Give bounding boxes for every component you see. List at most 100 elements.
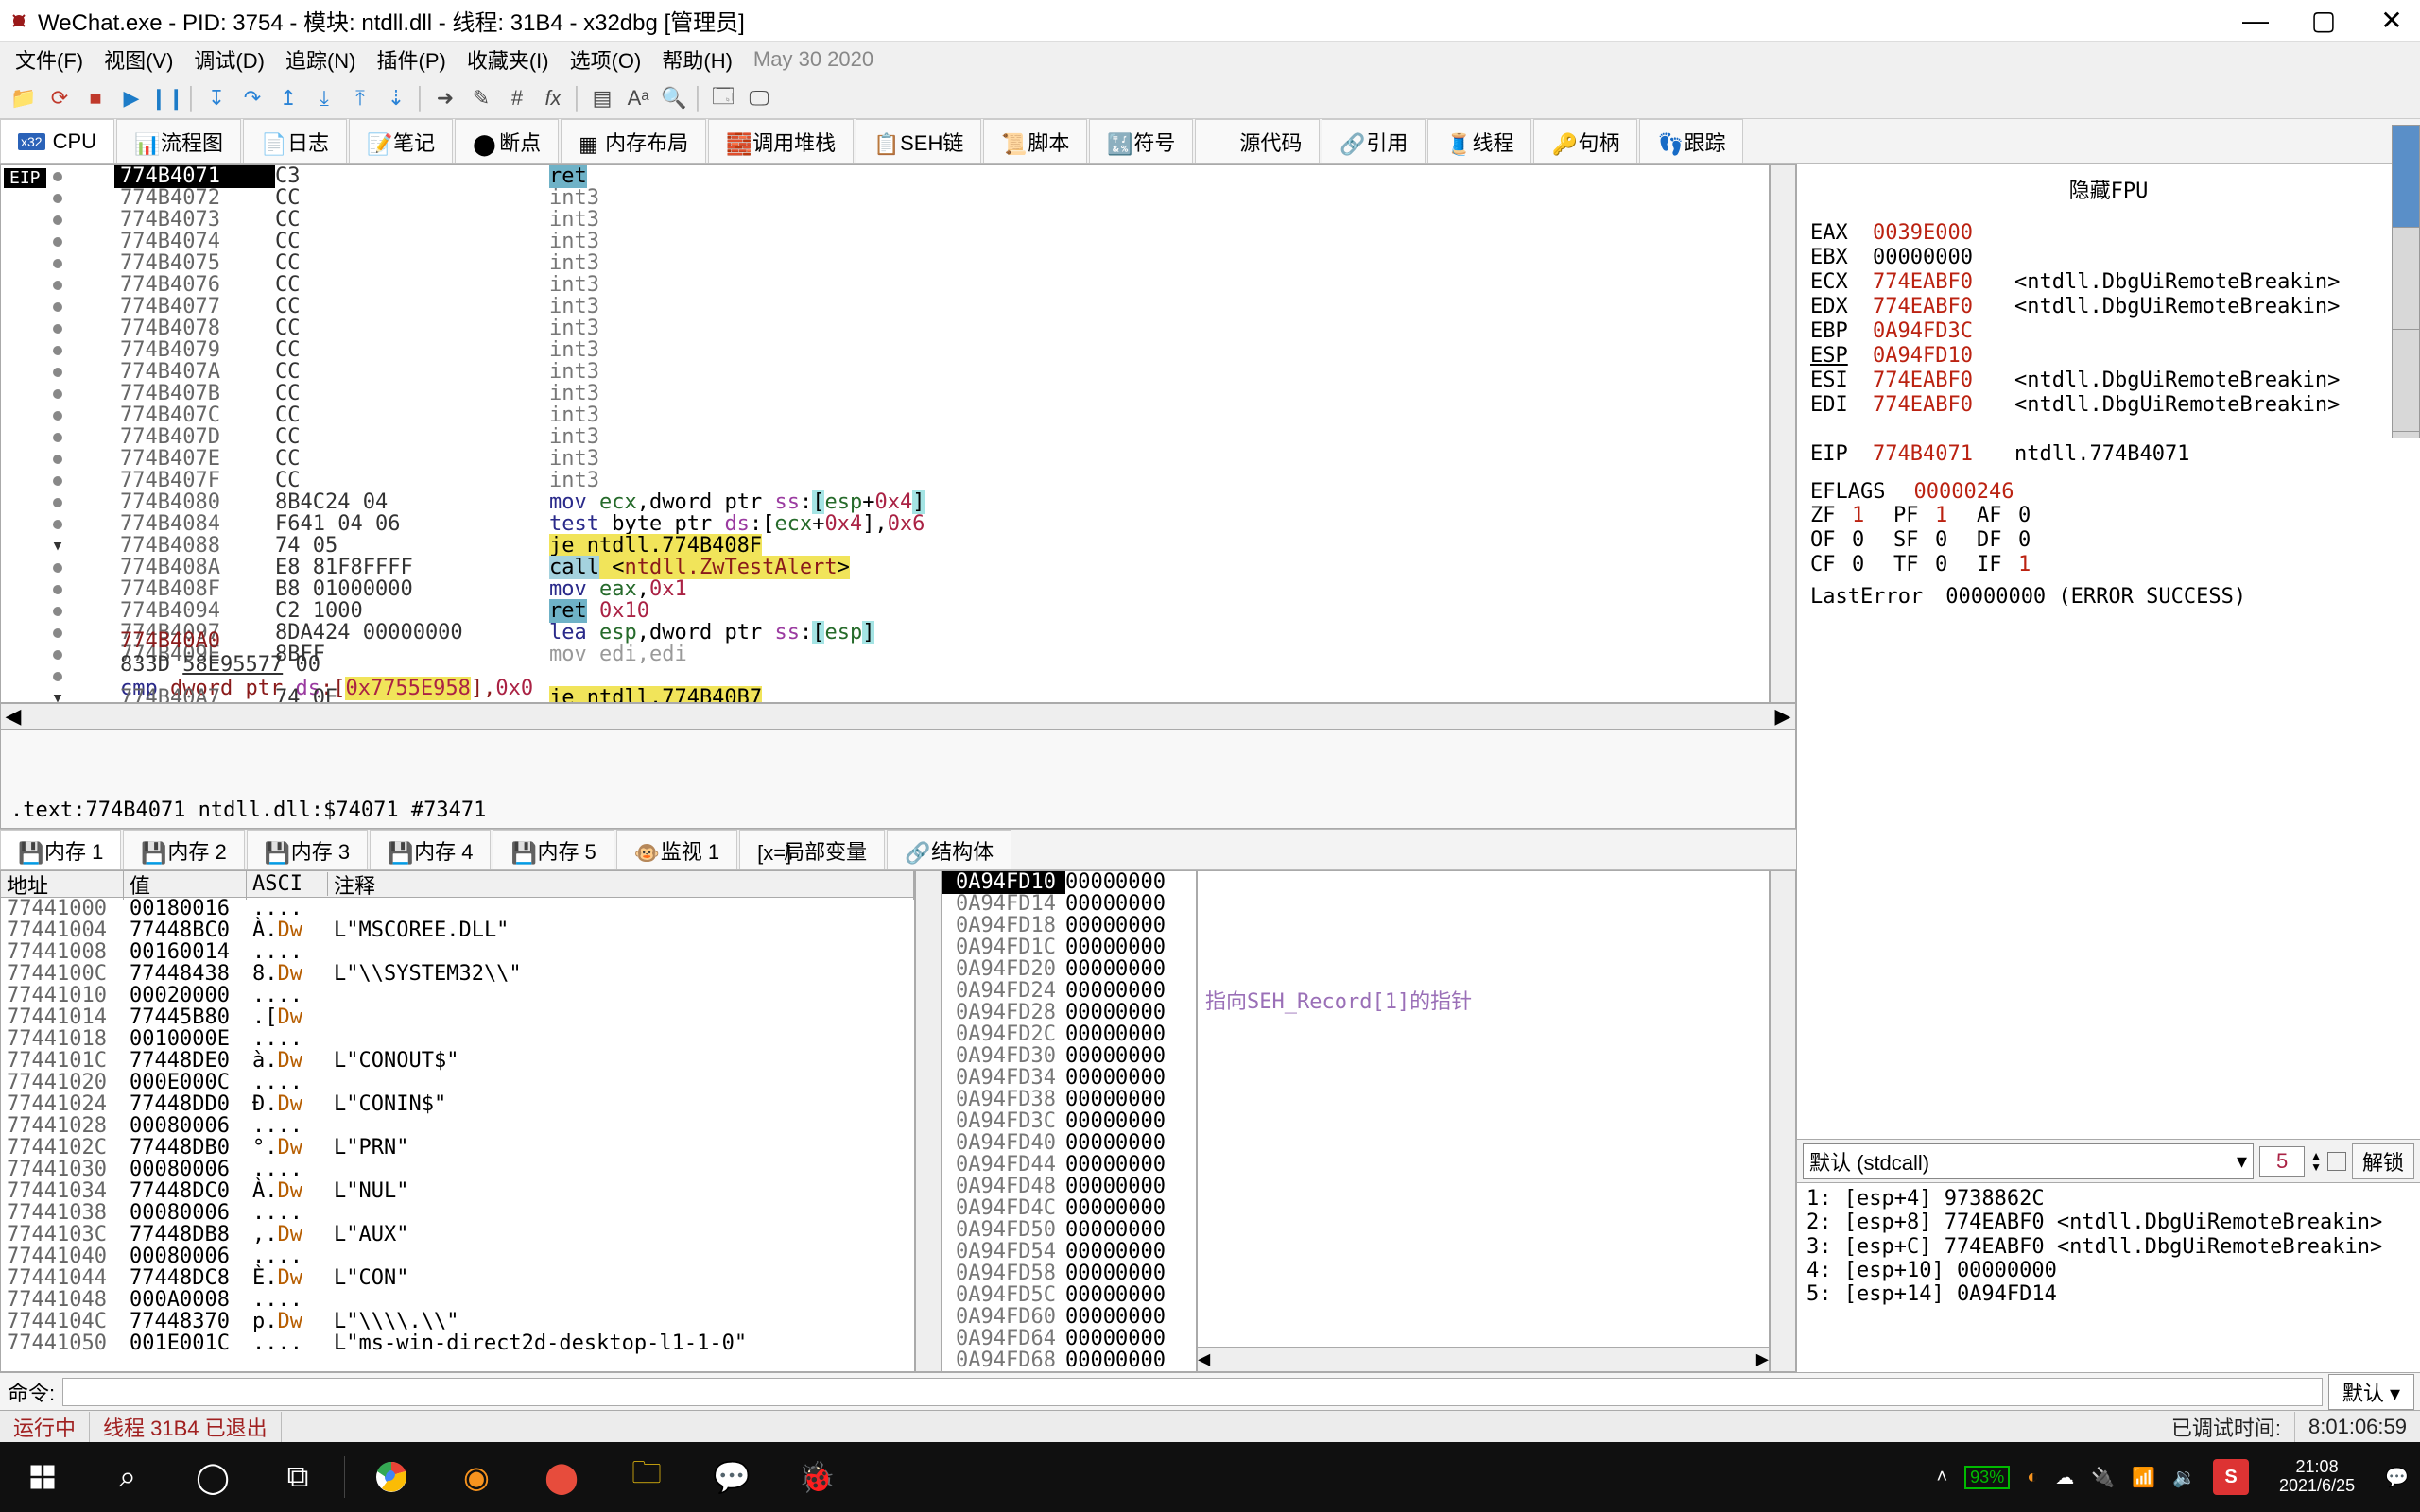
- arg-row[interactable]: 2: [esp+8] 774EABF0 <ntdll.DbgUiRemoteBr…: [1806, 1211, 2411, 1234]
- hex-row[interactable]: 7744104C77448370p.DwL"\\\\.\\": [1, 1311, 914, 1332]
- stack-row[interactable]: 0A94FD5C00000000: [942, 1284, 1196, 1306]
- wechat-icon[interactable]: 💬: [689, 1442, 774, 1512]
- disasm-hscroll[interactable]: ◀▶: [0, 703, 1796, 730]
- hex-header[interactable]: 地址: [1, 870, 124, 900]
- memory-tab-2[interactable]: 💾内存 3: [247, 830, 368, 869]
- hex-row[interactable]: 7744102800080006....: [1, 1115, 914, 1137]
- stack-row[interactable]: 0A94FD1C00000000: [942, 936, 1196, 958]
- menu-item[interactable]: 收藏夹(I): [458, 41, 559, 78]
- stack-row[interactable]: 0A94FD3000000000: [942, 1045, 1196, 1067]
- arg-row[interactable]: 4: [esp+10] 00000000: [1806, 1259, 2411, 1282]
- taskview-button[interactable]: ⧉: [255, 1442, 340, 1512]
- hide-fpu-button[interactable]: 隐藏FPU: [1797, 164, 2420, 221]
- step-into-icon[interactable]: ↧: [200, 82, 233, 114]
- stack-row[interactable]: 0A94FD4800000000: [942, 1176, 1196, 1197]
- stop-icon[interactable]: ■: [79, 82, 112, 114]
- maximize-button[interactable]: ▢: [2303, 6, 2344, 36]
- memory-tab-1[interactable]: 💾内存 2: [123, 830, 244, 869]
- hex-row[interactable]: 7744101C77448DE0à.DwL"CONOUT$": [1, 1050, 914, 1072]
- tab-12[interactable]: 🧵线程: [1427, 119, 1531, 163]
- stack-row[interactable]: 0A94FD5800000000: [942, 1263, 1196, 1284]
- tab-4[interactable]: ⬤断点: [455, 119, 559, 163]
- explorer-icon[interactable]: 🗀: [604, 1442, 689, 1512]
- battery-indicator[interactable]: 93%: [1964, 1466, 2010, 1489]
- disasm-row[interactable]: 774B407ACCint3: [1, 361, 1769, 383]
- power-icon[interactable]: 🔌: [2091, 1466, 2115, 1489]
- menu-item[interactable]: 帮助(H): [652, 41, 742, 78]
- stack-row[interactable]: 0A94FD1800000000: [942, 915, 1196, 936]
- tab-2[interactable]: 📄日志: [243, 119, 347, 163]
- hex-header[interactable]: 注释: [328, 870, 914, 900]
- stack-scrollbar[interactable]: [1770, 870, 1796, 1372]
- disasm-row[interactable]: 774B4073CCint3: [1, 209, 1769, 231]
- lasterror-row[interactable]: LastError00000000 (ERROR SUCCESS): [1810, 585, 2407, 610]
- seh-hscroll[interactable]: ◀▶: [1198, 1347, 1769, 1371]
- register-row[interactable]: ESP0A94FD10: [1810, 344, 2407, 369]
- stack-row[interactable]: 0A94FD5000000000: [942, 1219, 1196, 1241]
- register-row[interactable]: EBP0A94FD3C: [1810, 319, 2407, 344]
- hex-row[interactable]: 774410180010000E....: [1, 1028, 914, 1050]
- memory-tab-7[interactable]: 🔗结构体: [887, 830, 1011, 869]
- stack-row[interactable]: 0A94FD4000000000: [942, 1132, 1196, 1154]
- hex-header[interactable]: 值: [124, 870, 247, 900]
- search-icon[interactable]: 🔍: [658, 82, 690, 114]
- stack-row[interactable]: 0A94FD2400000000: [942, 980, 1196, 1002]
- memory-tab-4[interactable]: 💾内存 5: [493, 830, 614, 869]
- restart-icon[interactable]: ⟳: [43, 82, 76, 114]
- menu-item[interactable]: 文件(F): [6, 41, 93, 78]
- menu-item[interactable]: 插件(P): [368, 41, 456, 78]
- disasm-row[interactable]: 774B4076CCint3: [1, 274, 1769, 296]
- hex-row[interactable]: 7744101477445B80.[Dw: [1, 1006, 914, 1028]
- notifications-icon[interactable]: 💬: [2385, 1466, 2409, 1489]
- text-icon[interactable]: Aᵃ: [622, 82, 654, 114]
- step3-icon[interactable]: ⇣: [380, 82, 412, 114]
- callconv-lock-button[interactable]: 解锁: [2352, 1143, 2414, 1179]
- disasm-row[interactable]: 774B4094C2 1000ret 0x10: [1, 600, 1769, 622]
- disasm-row[interactable]: 774B4079CCint3: [1, 339, 1769, 361]
- disasm-row[interactable]: 774B40808B4C24 04mov ecx,dword ptr ss:[e…: [1, 491, 1769, 513]
- goto-icon[interactable]: ➜: [429, 82, 461, 114]
- hex-row[interactable]: 77441020000E000C....: [1, 1072, 914, 1093]
- tab-3[interactable]: 📝笔记: [349, 119, 453, 163]
- hex-row[interactable]: 7744101000020000....: [1, 985, 914, 1006]
- menu-item[interactable]: 追踪(N): [276, 41, 366, 78]
- clock[interactable]: 21:082021/6/25: [2266, 1458, 2368, 1496]
- disasm-row[interactable]: 774B408FB8 01000000mov eax,0x1: [1, 578, 1769, 600]
- start-button[interactable]: [0, 1442, 85, 1512]
- disasm-row[interactable]: 774B40A0 833D 58E95577 00cmp dword ptr d…: [1, 665, 1769, 687]
- hex-scrollbar[interactable]: [915, 870, 942, 1372]
- stack-row[interactable]: 0A94FD2800000000: [942, 1002, 1196, 1023]
- step2-icon[interactable]: ⤒: [344, 82, 376, 114]
- register-row[interactable]: EDX774EABF0<ntdll.DbgUiRemoteBreakin>: [1810, 295, 2407, 319]
- register-row[interactable]: EBX00000000: [1810, 246, 2407, 270]
- ime-icon[interactable]: S: [2213, 1459, 2249, 1495]
- register-row[interactable]: ECX774EABF0<ntdll.DbgUiRemoteBreakin>: [1810, 270, 2407, 295]
- patch-icon[interactable]: ✎: [465, 82, 497, 114]
- disasm-row[interactable]: 774B407FCCint3: [1, 470, 1769, 491]
- comment-icon[interactable]: #: [501, 82, 533, 114]
- memory-tab-3[interactable]: 💾内存 4: [370, 830, 491, 869]
- pause-icon[interactable]: ❙❙: [151, 82, 183, 114]
- callconv-count[interactable]: 5: [2259, 1146, 2305, 1177]
- app-icon-1[interactable]: ◉: [434, 1442, 519, 1512]
- stack-row[interactable]: 0A94FD1000000000: [942, 871, 1196, 893]
- memory-tab-0[interactable]: 💾内存 1: [0, 830, 121, 869]
- tab-0[interactable]: x32CPU: [0, 119, 114, 163]
- step-out-icon[interactable]: ↥: [272, 82, 304, 114]
- stack-row[interactable]: 0A94FD3C00000000: [942, 1110, 1196, 1132]
- eflags-row[interactable]: EFLAGS00000246: [1810, 480, 2407, 505]
- hex-row[interactable]: 7744100C774484388.DwL"\\SYSTEM32\\": [1, 963, 914, 985]
- command-input[interactable]: [62, 1378, 2323, 1406]
- hex-row[interactable]: 7744103C77448DB8,.DwL"AUX": [1, 1224, 914, 1246]
- hex-row[interactable]: 7744100000180016....: [1, 898, 914, 919]
- hex-dump-pane[interactable]: 地址值ASCI注释 7744100000180016....7744100477…: [0, 870, 915, 1372]
- hex-row[interactable]: 77441050001E001C....L"ms-win-direct2d-de…: [1, 1332, 914, 1354]
- tab-14[interactable]: 👣跟踪: [1639, 119, 1743, 163]
- memory-tab-5[interactable]: 🐵监视 1: [616, 830, 737, 869]
- disasm-row[interactable]: 774B4078CCint3: [1, 318, 1769, 339]
- register-row[interactable]: ESI774EABF0<ntdll.DbgUiRemoteBreakin>: [1810, 369, 2407, 393]
- tray-chevron-icon[interactable]: ˄: [1936, 1467, 1947, 1488]
- callconv-lock-checkbox[interactable]: [2327, 1152, 2346, 1171]
- stack-row[interactable]: 0A94FD6800000000: [942, 1349, 1196, 1371]
- menu-item[interactable]: 调试(D): [184, 41, 274, 78]
